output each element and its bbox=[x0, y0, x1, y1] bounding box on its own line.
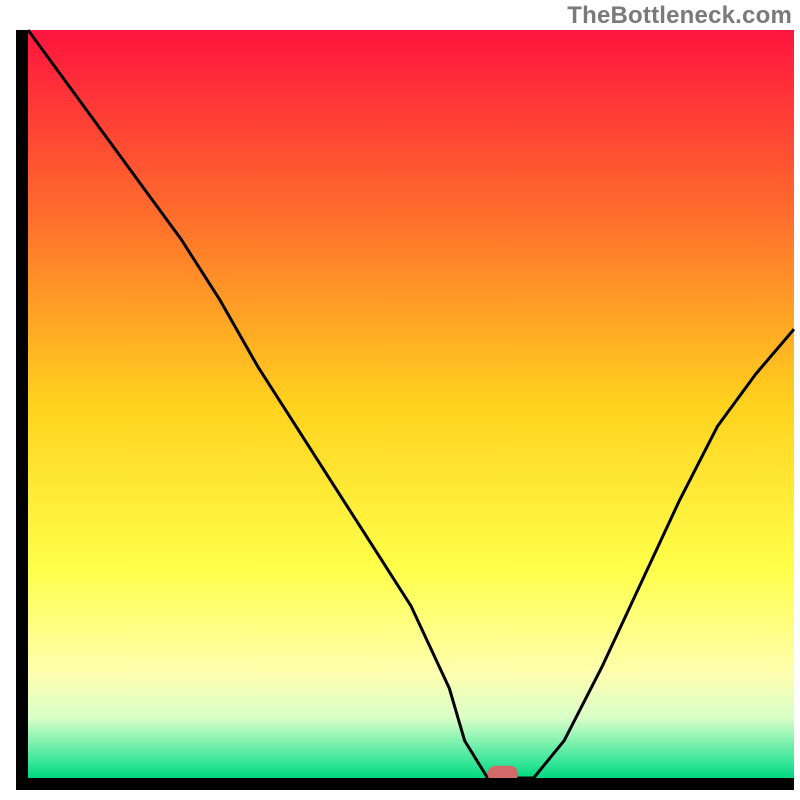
watermark-text: TheBottleneck.com bbox=[567, 2, 792, 30]
chart-container: TheBottleneck.com bbox=[0, 0, 800, 800]
x-axis bbox=[16, 778, 794, 790]
y-axis bbox=[16, 30, 28, 790]
chart-background bbox=[28, 30, 794, 778]
bottleneck-chart bbox=[0, 0, 800, 800]
